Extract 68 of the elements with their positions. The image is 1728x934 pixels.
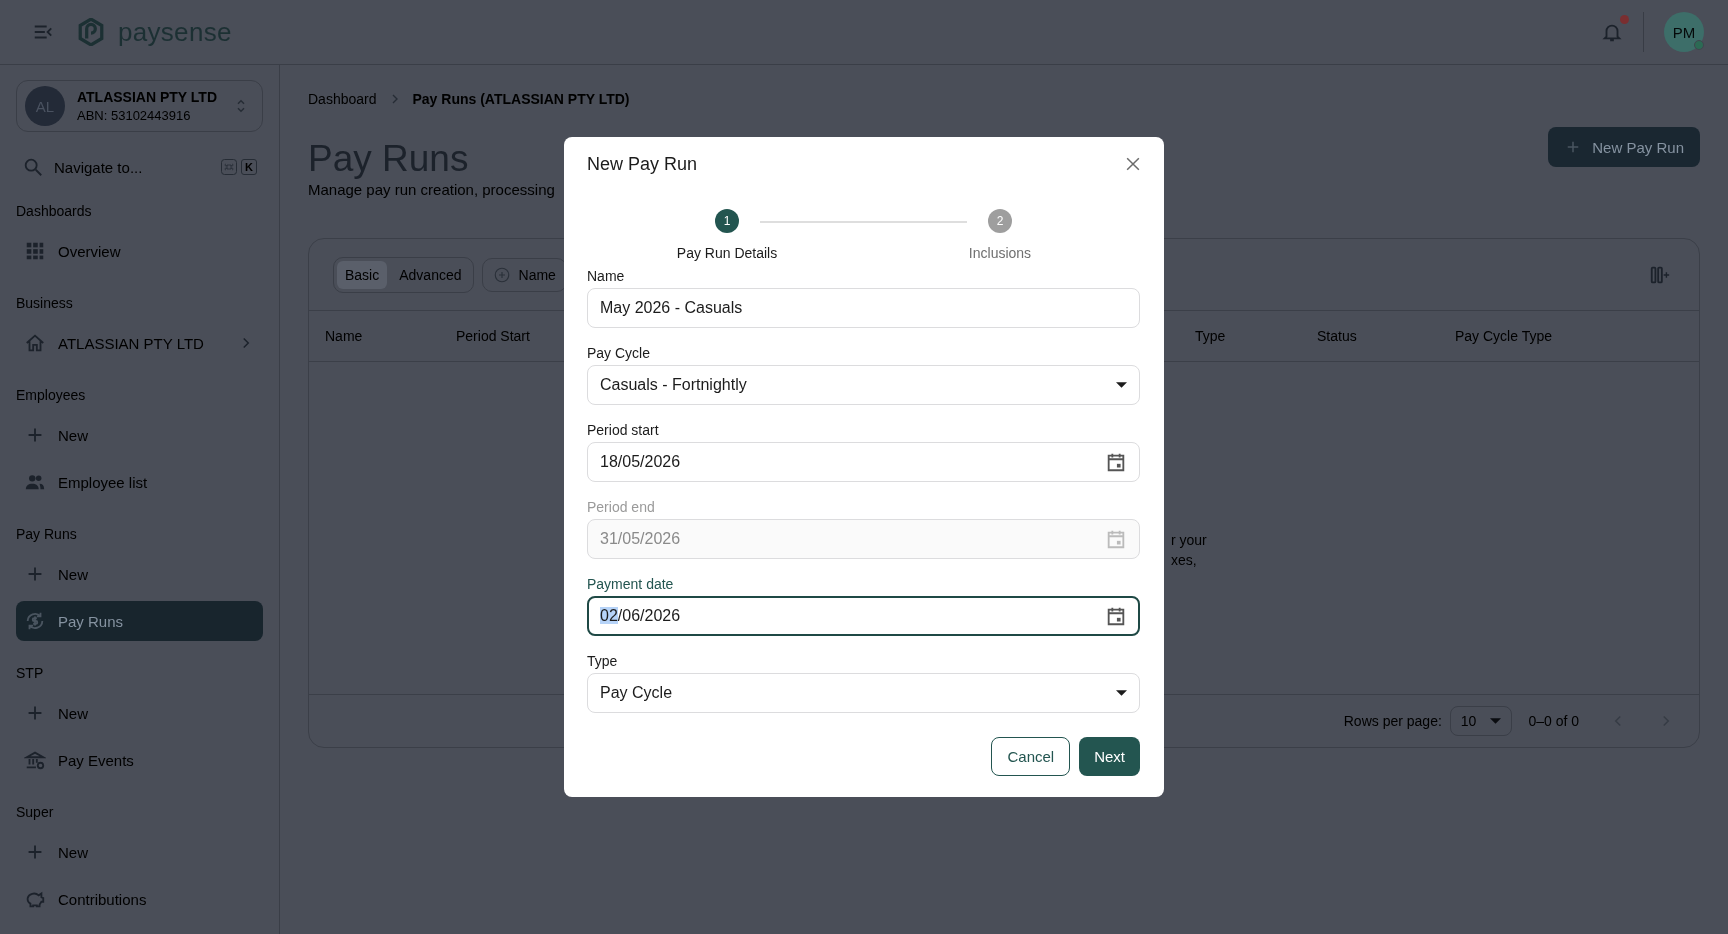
field-label: Period start — [587, 421, 660, 439]
date-field[interactable]: 18/05/2026 — [587, 442, 1140, 482]
navigate-field[interactable]: Navigate to... — [54, 158, 211, 176]
new-pay-run-button[interactable]: New Pay Run — [1548, 127, 1700, 167]
calendar-icon[interactable] — [1105, 605, 1127, 627]
sidebar-item[interactable]: Employee list — [16, 462, 263, 502]
section-title: Employees — [16, 386, 87, 405]
column-header[interactable]: Status — [1317, 328, 1455, 344]
input-field[interactable]: May 2026 - Casuals — [587, 288, 1140, 328]
sidebar-item[interactable]: Pay Runs — [16, 601, 263, 641]
empty-message-text: r your — [1171, 532, 1207, 548]
field-label: Payment date — [587, 575, 675, 593]
add-circle-icon — [492, 265, 511, 284]
rows-per-page-select[interactable]: 10 — [1449, 706, 1513, 736]
empty-message-text: xes, — [1171, 552, 1198, 568]
section-title: Super — [16, 803, 55, 822]
select-field[interactable]: Casuals - Fortnightly — [587, 365, 1140, 405]
user-avatar[interactable]: PM — [1664, 12, 1704, 52]
section-title: STP — [16, 664, 45, 683]
sidebar-item-icon — [24, 610, 46, 632]
calendar-icon[interactable] — [1105, 451, 1127, 473]
column-header[interactable]: Pay Cycle Type — [1455, 328, 1683, 344]
sidebar-item[interactable]: New — [16, 554, 263, 594]
cancel-button[interactable]: Cancel — [991, 737, 1071, 776]
org-name: ATLASSIAN PTY LTD — [77, 89, 218, 105]
sidebar-item[interactable]: Pay Events — [16, 740, 263, 780]
step-label: Pay Run Details — [676, 245, 778, 261]
sidebar-item[interactable]: Overview — [16, 231, 263, 271]
dialog-title: New Pay Run — [587, 153, 698, 175]
search-icon — [22, 156, 44, 178]
section-title: Business — [16, 294, 74, 313]
sidebar-item-icon — [24, 240, 46, 262]
shortcut-key: K — [241, 159, 257, 175]
sidebar-item-icon — [24, 332, 46, 354]
command-key-icon — [221, 159, 237, 175]
section-title: Dashboards — [16, 202, 93, 221]
field-label: Name — [587, 267, 626, 285]
rows-per-page-label: Rows per page: — [1343, 713, 1442, 729]
next-button[interactable]: Next — [1079, 737, 1140, 776]
field-label: Type — [587, 652, 619, 670]
view-tab[interactable]: Advanced — [391, 260, 470, 289]
sidebar-item[interactable]: New — [16, 832, 263, 872]
page-range: 0–0 of 0 — [1528, 713, 1579, 729]
caret-icon — [1116, 690, 1127, 696]
org-abn: ABN: 53102443916 — [77, 108, 192, 123]
breadcrumb-current: Pay Runs (ATLASSIAN PTY LTD) — [412, 91, 630, 107]
page-subtitle: Manage pay run creation, processing — [308, 181, 555, 198]
select-field[interactable]: Pay Cycle — [587, 673, 1140, 713]
breadcrumb-link[interactable]: Dashboard — [308, 91, 377, 107]
logo-icon — [78, 18, 104, 46]
caret-icon — [1116, 382, 1127, 388]
sidebar-item[interactable]: New — [16, 693, 263, 733]
sidebar-item-icon — [24, 749, 46, 771]
step-number: 2 — [988, 209, 1012, 233]
column-header[interactable]: Name — [325, 328, 456, 344]
sidebar-item[interactable]: ATLASSIAN PTY LTD — [16, 323, 263, 363]
sidebar-item[interactable]: New — [16, 415, 263, 455]
view-tab[interactable]: Basic — [337, 260, 388, 289]
field-label: Pay Cycle — [587, 344, 652, 362]
step-number: 1 — [715, 209, 739, 233]
caret-icon — [1490, 718, 1502, 724]
section-title: Pay Runs — [16, 525, 78, 544]
field-label: Period end — [587, 498, 656, 516]
column-header[interactable]: Type — [1195, 328, 1317, 344]
sidebar-item[interactable]: Contributions — [16, 879, 263, 919]
step-label: Inclusions — [968, 245, 1032, 261]
date-field[interactable]: 02/06/2026 — [587, 596, 1140, 636]
selected-text: 02 — [600, 607, 618, 624]
